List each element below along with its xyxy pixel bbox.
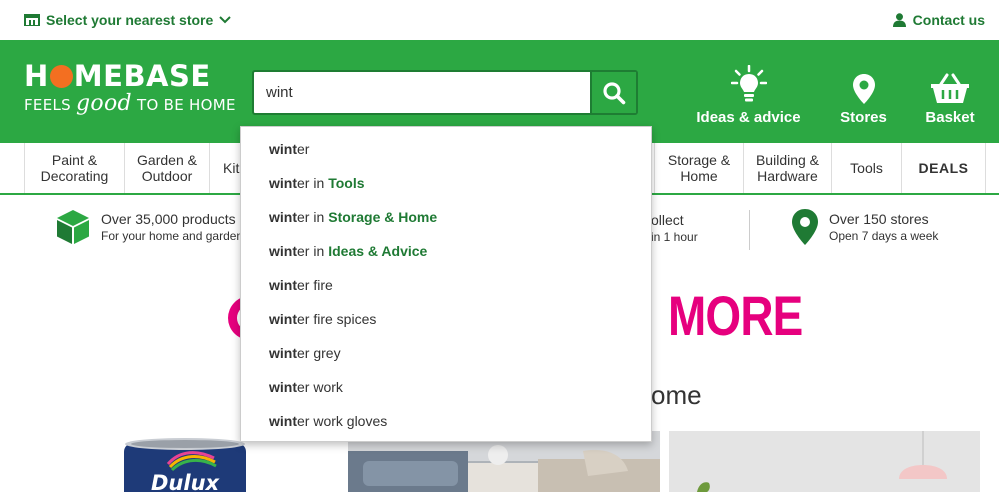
suggestion-match-text: wint xyxy=(269,243,297,259)
paint-tin-image[interactable]: Dulux xyxy=(118,430,253,492)
suggestion-match-text: wint xyxy=(269,209,297,225)
logo-tag-feels: FEELS xyxy=(24,96,71,114)
store-selector-label: Select your nearest store xyxy=(46,12,214,28)
usp-stores-sub: Open 7 days a week xyxy=(829,228,939,243)
suggestion-match-text: wint xyxy=(269,141,297,157)
logo-letters-rest: MEBASE xyxy=(73,59,211,93)
logo-tag-good: good xyxy=(76,91,132,116)
suggestion-category: Tools xyxy=(328,175,365,191)
suggestion-match-text: wint xyxy=(269,379,297,395)
logo-wordmark: H MEBASE xyxy=(24,60,236,92)
top-utility-bar: Select your nearest store Contact us xyxy=(0,0,999,40)
nav-item-deals[interactable]: DEALS xyxy=(902,143,986,193)
suggestion-item[interactable]: wint er in Storage & Home xyxy=(241,200,651,234)
basket-label: Basket xyxy=(925,109,975,126)
logo-orange-dot xyxy=(49,64,73,88)
suggestion-item[interactable]: wint er fire spices xyxy=(241,302,651,336)
nav-item-building-hardware[interactable]: Building & Hardware xyxy=(744,143,832,193)
suggestion-rest-text: er grey xyxy=(297,345,341,361)
lightbulb-icon xyxy=(730,65,767,102)
suggestion-category: Storage & Home xyxy=(328,209,438,225)
suggestion-item[interactable]: wint er in Ideas & Advice xyxy=(241,234,651,268)
store-selector[interactable]: Select your nearest store xyxy=(24,12,232,28)
suggestion-match-text: wint xyxy=(269,175,297,191)
suggestion-rest-text: er fire xyxy=(297,277,333,293)
search-input[interactable] xyxy=(254,72,590,113)
suggestion-rest-text: er in xyxy=(297,175,325,191)
suggestion-match-text: wint xyxy=(269,413,297,429)
suggestion-match-text: wint xyxy=(269,277,297,293)
usp-products-sub: For your home and garden xyxy=(101,228,244,243)
ideas-advice-link[interactable]: Ideas & advice xyxy=(696,63,801,126)
suggestion-rest-text: er xyxy=(297,141,310,157)
logo-tag-rest: TO BE HOME xyxy=(136,96,236,114)
stores-link[interactable]: Stores xyxy=(840,63,887,126)
location-pin-icon xyxy=(852,74,875,104)
suggestion-item[interactable]: wint er fire xyxy=(241,268,651,302)
suggestion-item[interactable]: wint er grey xyxy=(241,336,651,370)
ideas-advice-label: Ideas & advice xyxy=(696,109,801,126)
paint-brand-label: Dulux xyxy=(151,471,220,492)
usp-divider xyxy=(749,210,750,250)
search-icon xyxy=(603,81,626,104)
search-suggestions-dropdown: wint er wint er in Tools wint er in Storage & H… xyxy=(240,126,652,442)
suggestion-match-text: wint xyxy=(269,345,297,361)
basket-icon xyxy=(931,73,969,103)
store-icon xyxy=(24,14,40,26)
usp-stores: Over 150 stores Open 7 days a week xyxy=(791,208,938,246)
suggestion-category: Ideas & Advice xyxy=(328,243,428,259)
nav-item-storage-home[interactable]: Storage & Home xyxy=(655,143,744,193)
usp-products: Over 35,000 products For your home and g… xyxy=(55,209,243,245)
search-bar xyxy=(252,70,638,115)
usp-collect-title: ollect xyxy=(651,212,684,228)
kitchen-image[interactable] xyxy=(669,431,980,492)
chevron-down-icon xyxy=(219,16,232,24)
usp-products-title: Over 35,000 products xyxy=(101,210,236,227)
user-icon xyxy=(892,13,906,27)
promo-subheadline: ome xyxy=(651,380,702,410)
store-location-icon xyxy=(792,209,818,245)
suggestion-item[interactable]: wint er in Tools xyxy=(241,166,651,200)
stores-label: Stores xyxy=(840,109,887,126)
contact-us-link[interactable]: Contact us xyxy=(892,12,985,28)
suggestion-rest-text: er in xyxy=(297,209,325,225)
suggestion-item[interactable]: wint er work gloves xyxy=(241,404,651,438)
suggestion-match-text: wint xyxy=(269,311,297,327)
usp-click-collect: ollect in 1 hour xyxy=(651,212,698,245)
suggestion-item[interactable]: wint er work xyxy=(241,370,651,404)
suggestion-item[interactable]: wint er xyxy=(241,132,651,166)
nav-item-tools[interactable]: Tools xyxy=(832,143,902,193)
suggestion-rest-text: er work xyxy=(297,379,343,395)
basket-link[interactable]: Basket xyxy=(925,63,975,126)
search-button[interactable] xyxy=(590,72,636,113)
usp-collect-sub: in 1 hour xyxy=(651,230,698,244)
promo-headline: MORE xyxy=(668,284,803,347)
nav-item-garden-outdoor[interactable]: Garden & Outdoor xyxy=(125,143,210,193)
box-icon xyxy=(57,210,89,244)
logo-letter-h: H xyxy=(24,59,49,93)
usp-stores-title: Over 150 stores xyxy=(829,210,929,227)
nav-item-paint-decorating[interactable]: Paint & Decorating xyxy=(24,143,125,193)
contact-us-label: Contact us xyxy=(912,12,985,28)
suggestion-rest-text: er in xyxy=(297,243,325,259)
logo-tagline: FEELS good TO BE HOME xyxy=(24,91,236,116)
suggestion-rest-text: er fire spices xyxy=(297,311,377,327)
homebase-logo[interactable]: H MEBASE FEELS good TO BE HOME xyxy=(24,60,236,115)
suggestion-rest-text: er work gloves xyxy=(297,413,388,429)
